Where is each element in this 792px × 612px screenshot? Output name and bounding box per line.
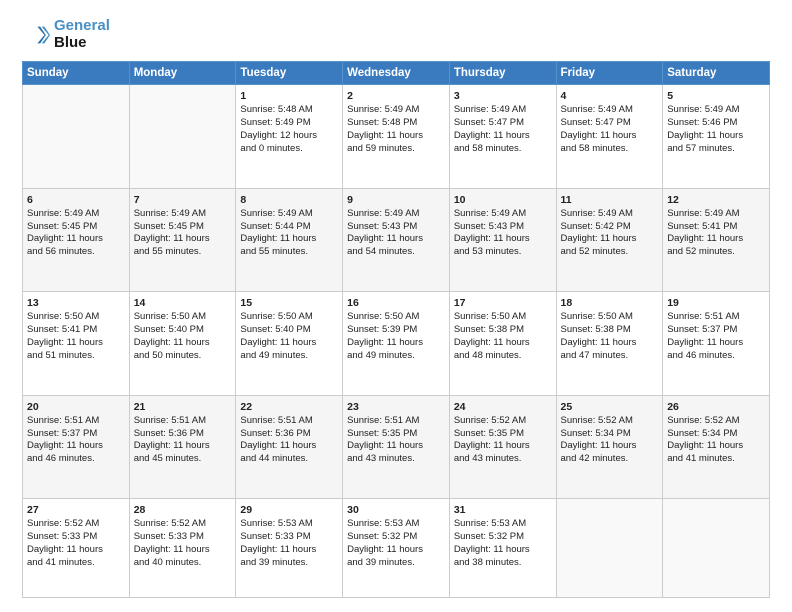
calendar-cell: 24Sunrise: 5:52 AMSunset: 5:35 PMDayligh… xyxy=(449,395,556,499)
day-number: 16 xyxy=(347,296,445,310)
day-number: 13 xyxy=(27,296,125,310)
day-number: 22 xyxy=(240,400,338,414)
day-number: 4 xyxy=(561,89,659,103)
calendar-cell: 12Sunrise: 5:49 AMSunset: 5:41 PMDayligh… xyxy=(663,188,770,292)
calendar-day-header: Monday xyxy=(129,62,236,85)
day-number: 5 xyxy=(667,89,765,103)
calendar-cell: 9Sunrise: 5:49 AMSunset: 5:43 PMDaylight… xyxy=(343,188,450,292)
calendar-cell: 2Sunrise: 5:49 AMSunset: 5:48 PMDaylight… xyxy=(343,85,450,189)
logo-icon xyxy=(22,21,50,49)
calendar-cell: 16Sunrise: 5:50 AMSunset: 5:39 PMDayligh… xyxy=(343,292,450,396)
day-number: 11 xyxy=(561,193,659,207)
calendar-week-row: 27Sunrise: 5:52 AMSunset: 5:33 PMDayligh… xyxy=(23,499,770,598)
calendar-cell: 22Sunrise: 5:51 AMSunset: 5:36 PMDayligh… xyxy=(236,395,343,499)
day-number: 19 xyxy=(667,296,765,310)
day-number: 23 xyxy=(347,400,445,414)
calendar-cell: 11Sunrise: 5:49 AMSunset: 5:42 PMDayligh… xyxy=(556,188,663,292)
calendar-cell: 1Sunrise: 5:48 AMSunset: 5:49 PMDaylight… xyxy=(236,85,343,189)
calendar-cell: 4Sunrise: 5:49 AMSunset: 5:47 PMDaylight… xyxy=(556,85,663,189)
calendar-cell: 27Sunrise: 5:52 AMSunset: 5:33 PMDayligh… xyxy=(23,499,130,598)
calendar-week-row: 20Sunrise: 5:51 AMSunset: 5:37 PMDayligh… xyxy=(23,395,770,499)
day-number: 28 xyxy=(134,503,232,517)
calendar-cell: 10Sunrise: 5:49 AMSunset: 5:43 PMDayligh… xyxy=(449,188,556,292)
calendar-cell: 3Sunrise: 5:49 AMSunset: 5:47 PMDaylight… xyxy=(449,85,556,189)
calendar-cell: 17Sunrise: 5:50 AMSunset: 5:38 PMDayligh… xyxy=(449,292,556,396)
day-number: 17 xyxy=(454,296,552,310)
day-number: 2 xyxy=(347,89,445,103)
calendar-day-header: Tuesday xyxy=(236,62,343,85)
day-number: 30 xyxy=(347,503,445,517)
calendar-cell: 23Sunrise: 5:51 AMSunset: 5:35 PMDayligh… xyxy=(343,395,450,499)
calendar-cell: 18Sunrise: 5:50 AMSunset: 5:38 PMDayligh… xyxy=(556,292,663,396)
day-number: 27 xyxy=(27,503,125,517)
day-number: 10 xyxy=(454,193,552,207)
calendar-cell: 20Sunrise: 5:51 AMSunset: 5:37 PMDayligh… xyxy=(23,395,130,499)
day-number: 3 xyxy=(454,89,552,103)
header: General Blue xyxy=(22,18,770,51)
day-number: 7 xyxy=(134,193,232,207)
calendar-cell: 6Sunrise: 5:49 AMSunset: 5:45 PMDaylight… xyxy=(23,188,130,292)
day-number: 31 xyxy=(454,503,552,517)
calendar-table: SundayMondayTuesdayWednesdayThursdayFrid… xyxy=(22,61,770,598)
calendar-day-header: Friday xyxy=(556,62,663,85)
day-number: 6 xyxy=(27,193,125,207)
calendar-cell: 5Sunrise: 5:49 AMSunset: 5:46 PMDaylight… xyxy=(663,85,770,189)
calendar-week-row: 6Sunrise: 5:49 AMSunset: 5:45 PMDaylight… xyxy=(23,188,770,292)
calendar-cell xyxy=(663,499,770,598)
day-number: 26 xyxy=(667,400,765,414)
calendar-cell: 13Sunrise: 5:50 AMSunset: 5:41 PMDayligh… xyxy=(23,292,130,396)
calendar-day-header: Thursday xyxy=(449,62,556,85)
day-number: 8 xyxy=(240,193,338,207)
logo-text: General Blue xyxy=(54,18,110,51)
calendar-cell: 26Sunrise: 5:52 AMSunset: 5:34 PMDayligh… xyxy=(663,395,770,499)
calendar-cell: 29Sunrise: 5:53 AMSunset: 5:33 PMDayligh… xyxy=(236,499,343,598)
calendar-day-header: Saturday xyxy=(663,62,770,85)
calendar-cell xyxy=(23,85,130,189)
day-number: 24 xyxy=(454,400,552,414)
calendar-cell: 15Sunrise: 5:50 AMSunset: 5:40 PMDayligh… xyxy=(236,292,343,396)
day-number: 12 xyxy=(667,193,765,207)
calendar-cell: 8Sunrise: 5:49 AMSunset: 5:44 PMDaylight… xyxy=(236,188,343,292)
calendar-cell: 14Sunrise: 5:50 AMSunset: 5:40 PMDayligh… xyxy=(129,292,236,396)
logo: General Blue xyxy=(22,18,110,51)
calendar-week-row: 13Sunrise: 5:50 AMSunset: 5:41 PMDayligh… xyxy=(23,292,770,396)
calendar-cell: 19Sunrise: 5:51 AMSunset: 5:37 PMDayligh… xyxy=(663,292,770,396)
calendar-cell xyxy=(556,499,663,598)
page: General Blue SundayMondayTuesdayWednesda… xyxy=(0,0,792,612)
calendar-cell: 28Sunrise: 5:52 AMSunset: 5:33 PMDayligh… xyxy=(129,499,236,598)
calendar-day-header: Sunday xyxy=(23,62,130,85)
calendar-day-header: Wednesday xyxy=(343,62,450,85)
day-number: 14 xyxy=(134,296,232,310)
calendar-cell: 30Sunrise: 5:53 AMSunset: 5:32 PMDayligh… xyxy=(343,499,450,598)
day-number: 9 xyxy=(347,193,445,207)
day-number: 20 xyxy=(27,400,125,414)
day-number: 15 xyxy=(240,296,338,310)
calendar-week-row: 1Sunrise: 5:48 AMSunset: 5:49 PMDaylight… xyxy=(23,85,770,189)
day-number: 18 xyxy=(561,296,659,310)
calendar-cell: 7Sunrise: 5:49 AMSunset: 5:45 PMDaylight… xyxy=(129,188,236,292)
calendar-cell: 25Sunrise: 5:52 AMSunset: 5:34 PMDayligh… xyxy=(556,395,663,499)
day-number: 1 xyxy=(240,89,338,103)
calendar-cell: 31Sunrise: 5:53 AMSunset: 5:32 PMDayligh… xyxy=(449,499,556,598)
day-number: 29 xyxy=(240,503,338,517)
day-number: 21 xyxy=(134,400,232,414)
calendar-cell xyxy=(129,85,236,189)
calendar-cell: 21Sunrise: 5:51 AMSunset: 5:36 PMDayligh… xyxy=(129,395,236,499)
day-number: 25 xyxy=(561,400,659,414)
calendar-header-row: SundayMondayTuesdayWednesdayThursdayFrid… xyxy=(23,62,770,85)
